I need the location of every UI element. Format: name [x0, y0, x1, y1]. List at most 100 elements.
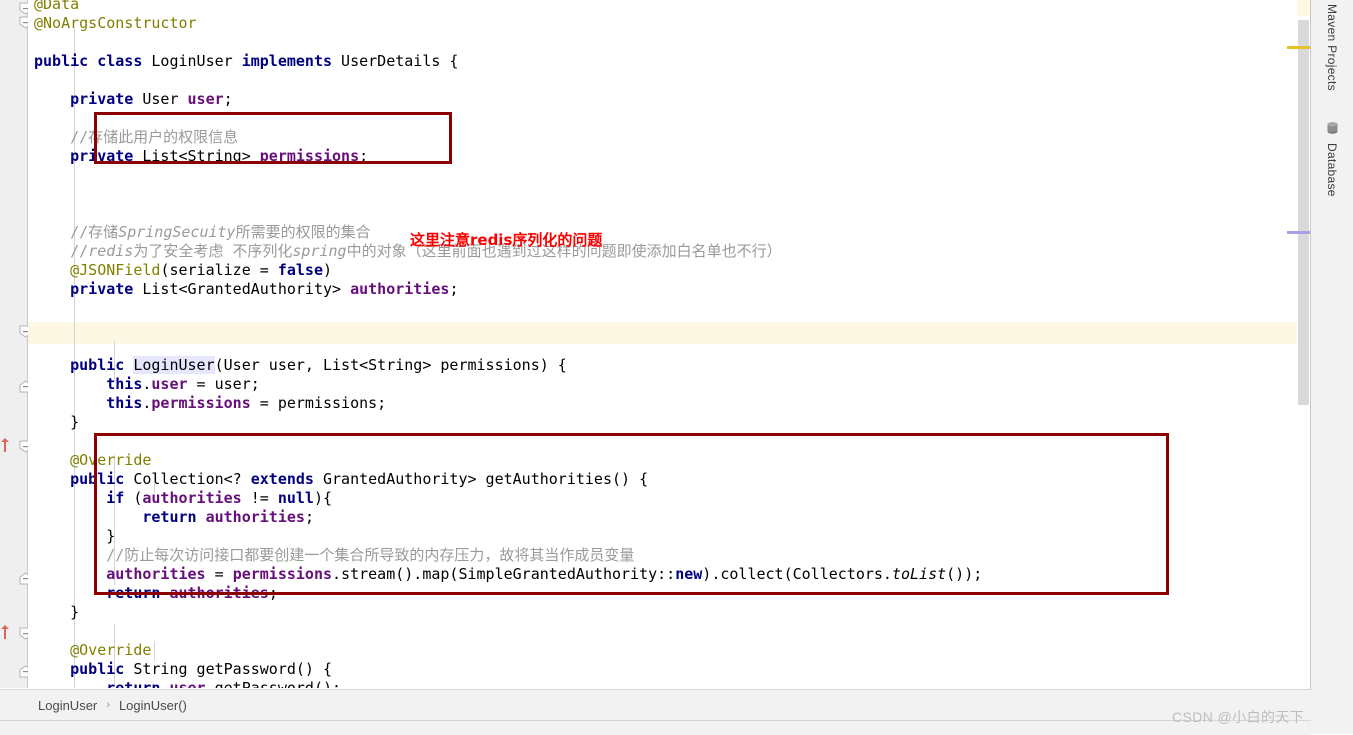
- code-token: ());: [946, 565, 983, 583]
- code-line[interactable]: //存储此用户的权限信息: [34, 128, 238, 147]
- code-line[interactable]: @NoArgsConstructor: [34, 14, 197, 33]
- code-token: false: [277, 261, 323, 279]
- code-line[interactable]: public LoginUser(User user, List<String>…: [34, 356, 567, 375]
- database-icon: [1326, 122, 1339, 139]
- code-line[interactable]: this.permissions = permissions;: [34, 394, 386, 413]
- code-token: @Data: [34, 0, 80, 13]
- code-token: user: [169, 679, 206, 688]
- code-token: permissions: [259, 147, 360, 165]
- code-token: }: [70, 413, 80, 431]
- code-token: (User user, List<String> permissions) {: [214, 356, 567, 374]
- code-line[interactable]: public String getPassword() {: [34, 660, 332, 679]
- code-token: public: [34, 52, 89, 70]
- code-token: 所需要的权限的集合: [235, 223, 371, 241]
- code-line[interactable]: private List<String> permissions;: [34, 147, 368, 166]
- code-token: @NoArgsConstructor: [34, 14, 197, 32]
- code-line[interactable]: //存储SpringSecuity所需要的权限的集合: [34, 223, 371, 242]
- code-line[interactable]: return authorities;: [34, 584, 278, 603]
- code-token: toList: [891, 565, 947, 583]
- code-line[interactable]: return user.getPassword();: [34, 679, 341, 688]
- code-token: if: [106, 489, 125, 507]
- code-token: @JSONField: [70, 261, 161, 279]
- override-method-icon[interactable]: [0, 624, 10, 640]
- code-line[interactable]: }: [34, 527, 115, 546]
- breadcrumb-item-class[interactable]: LoginUser: [38, 698, 97, 713]
- code-line[interactable]: }: [34, 603, 79, 622]
- code-token: 为了安全考虑 不序列化: [133, 242, 293, 260]
- code-line[interactable]: @Override: [34, 451, 151, 470]
- code-token: this: [106, 375, 143, 393]
- code-editor-area[interactable]: @Data @NoArgsConstructor public class Logi…: [28, 0, 1310, 688]
- ide-editor-window: @Data @NoArgsConstructor public class Logi…: [0, 0, 1353, 735]
- bottom-status-strip: [0, 720, 1311, 735]
- breadcrumb[interactable]: LoginUser › LoginUser(): [0, 689, 1311, 720]
- code-token: List<GrantedAuthority>: [133, 280, 351, 298]
- code-token: permissions: [151, 394, 251, 412]
- code-token: //存储此用户的权限信息: [70, 128, 239, 146]
- code-line[interactable]: //防止每次访问接口都要创建一个集合所导致的内存压力，故将其当作成员变量: [34, 546, 634, 565]
- code-line[interactable]: public Collection<? extends GrantedAutho…: [34, 470, 648, 489]
- code-token: class: [97, 52, 143, 70]
- code-token: LoginUser: [142, 52, 242, 70]
- code-token: private: [70, 147, 134, 165]
- code-token: ;: [304, 508, 314, 526]
- code-token: return: [142, 508, 197, 526]
- override-method-icon[interactable]: [0, 437, 10, 453]
- code-token: //存储: [70, 223, 119, 241]
- tool-tab-maven-projects-label: Maven Projects: [1325, 4, 1339, 91]
- code-token: = user;: [187, 375, 260, 393]
- code-line[interactable]: public class LoginUser implements UserDe…: [34, 52, 458, 71]
- code-line[interactable]: private List<GrantedAuthority> authoriti…: [34, 280, 458, 299]
- code-token: //: [70, 242, 89, 260]
- code-token: @Override: [70, 451, 152, 469]
- code-line[interactable]: @Override: [34, 641, 151, 660]
- code-token: user: [151, 375, 188, 393]
- code-token: //防止每次访问接口都要创建一个集合所导致的内存压力，故将其当作成员变量: [106, 546, 635, 564]
- code-token: .stream().map(SimpleGrantedAuthority::: [332, 565, 676, 583]
- code-line[interactable]: @JSONField(serialize = false): [34, 261, 332, 280]
- scrollbar-info-marker[interactable]: [1287, 231, 1311, 234]
- annotation-text-redis: 这里注意redis序列化的问题: [410, 231, 603, 249]
- code-token: SpringSecuity: [118, 223, 236, 241]
- code-token: authorities: [169, 584, 269, 602]
- code-token: (serialize =: [160, 261, 278, 279]
- code-line[interactable]: this.user = user;: [34, 375, 260, 394]
- indent-guide: [154, 641, 155, 661]
- code-token: @Override: [70, 641, 152, 659]
- code-token: String getPassword() {: [124, 660, 333, 678]
- code-line[interactable]: authorities = permissions.stream().map(S…: [34, 565, 982, 584]
- code-token: }: [70, 603, 80, 621]
- tool-tab-database[interactable]: Database: [1311, 122, 1353, 197]
- code-token: public: [70, 660, 125, 678]
- scrollbar-thumb[interactable]: [1298, 20, 1309, 405]
- csdn-watermark: CSDN @小白的天下: [1172, 709, 1305, 725]
- breadcrumb-item-method[interactable]: LoginUser(): [119, 698, 187, 713]
- code-token: authorities: [142, 489, 242, 507]
- code-token: null: [277, 489, 314, 507]
- code-token: ;: [449, 280, 459, 298]
- current-line-highlight: [28, 322, 1310, 344]
- tool-tab-maven-projects[interactable]: Maven Projects: [1311, 4, 1353, 91]
- code-token: List<String>: [133, 147, 260, 165]
- code-token: redis: [88, 242, 134, 260]
- code-token: implements: [241, 52, 333, 70]
- code-line[interactable]: private User user;: [34, 90, 233, 109]
- code-token: (: [124, 489, 143, 507]
- code-token: =: [205, 565, 233, 583]
- code-line[interactable]: return authorities;: [34, 508, 314, 527]
- code-token: return: [106, 679, 161, 688]
- editor-scrollbar[interactable]: [1287, 0, 1325, 688]
- code-line[interactable]: @Data: [34, 0, 79, 14]
- code-token: LoginUser: [133, 356, 215, 374]
- code-line[interactable]: if (authorities != null){: [34, 489, 332, 508]
- scrollbar-warning-marker[interactable]: [1287, 46, 1311, 49]
- tool-tab-database-label: Database: [1325, 143, 1339, 197]
- code-token: Collection<?: [124, 470, 251, 488]
- code-token: authorities: [205, 508, 305, 526]
- code-line[interactable]: }: [34, 413, 79, 432]
- code-token: ).collect(Collectors.: [702, 565, 892, 583]
- code-line[interactable]: //redis为了安全考虑 不序列化spring中的对象（这里前面也遇到过这样的…: [34, 242, 781, 261]
